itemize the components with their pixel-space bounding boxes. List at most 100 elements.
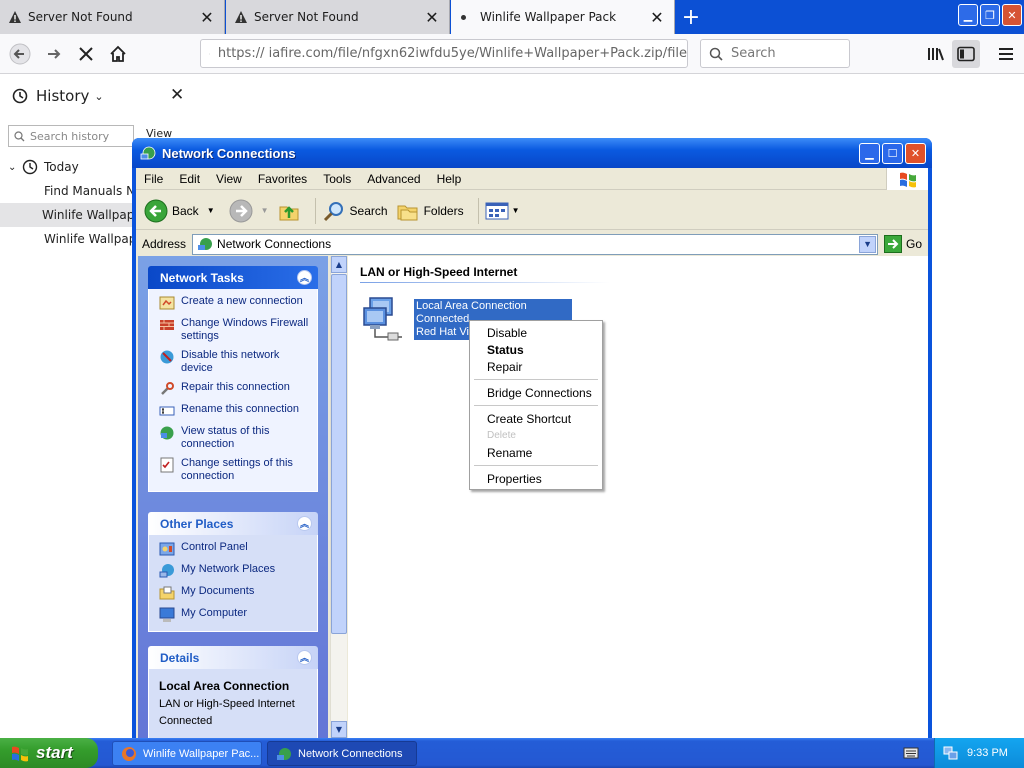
history-item[interactable]: Winlife Wallpaper bbox=[0, 227, 140, 251]
scroll-up-arrow[interactable]: ▲ bbox=[331, 256, 347, 273]
menu-item-repair[interactable]: Repair bbox=[472, 358, 600, 375]
place-control-panel[interactable]: Control Panel bbox=[159, 541, 309, 557]
menu-help[interactable]: Help bbox=[429, 172, 470, 186]
tab-server-not-found-1[interactable]: Server Not Found ✕ bbox=[0, 0, 225, 34]
minimize-button[interactable]: ▁ bbox=[859, 143, 880, 164]
back-button[interactable]: Back ▼ bbox=[144, 199, 215, 223]
window-title-bar[interactable]: Network Connections ▁ ☐ ✕ bbox=[132, 138, 932, 168]
menu-file[interactable]: File bbox=[136, 172, 171, 186]
documents-folder-icon bbox=[159, 586, 175, 600]
sidebar-toggle-button[interactable] bbox=[952, 40, 980, 68]
forward-button[interactable]: ▼ bbox=[229, 199, 269, 223]
menu-item-rename[interactable]: Rename bbox=[472, 444, 600, 461]
network-tasks-panel: Network Tasks ︽ Create a new connection … bbox=[148, 266, 318, 492]
back-button[interactable] bbox=[6, 40, 34, 68]
collapse-chevron-icon[interactable]: ︽ bbox=[297, 270, 312, 285]
network-tray-icon[interactable] bbox=[943, 745, 959, 761]
task-disable-device[interactable]: Disable this network device bbox=[159, 349, 309, 375]
menu-edit[interactable]: Edit bbox=[171, 172, 208, 186]
tab-close-icon[interactable]: ✕ bbox=[423, 8, 441, 27]
place-my-documents[interactable]: My Documents bbox=[159, 585, 309, 601]
close-button[interactable]: ✕ bbox=[905, 143, 926, 164]
task-pane: Network Tasks ︽ Create a new connection … bbox=[138, 256, 328, 738]
menu-item-properties[interactable]: Properties bbox=[472, 470, 600, 487]
menu-separator bbox=[474, 379, 598, 380]
menu-item-disable[interactable]: Disable bbox=[472, 324, 600, 341]
home-button[interactable] bbox=[104, 40, 132, 68]
stop-button[interactable] bbox=[72, 40, 100, 68]
menu-advanced[interactable]: Advanced bbox=[359, 172, 428, 186]
start-button[interactable]: start bbox=[0, 738, 98, 768]
menu-item-create-shortcut[interactable]: Create Shortcut bbox=[472, 410, 600, 427]
panel-title: Details bbox=[160, 650, 200, 665]
task-firewall-settings[interactable]: Change Windows Firewall settings bbox=[159, 317, 309, 343]
panel-title: Other Places bbox=[160, 516, 234, 531]
library-button[interactable] bbox=[922, 40, 950, 68]
address-input[interactable]: Network Connections ▼ bbox=[192, 233, 879, 255]
up-folder-button[interactable] bbox=[277, 199, 301, 223]
task-view-status[interactable]: View status of this connection bbox=[159, 425, 309, 451]
go-button[interactable]: Go bbox=[884, 235, 922, 253]
history-search-input[interactable]: Search history bbox=[8, 125, 134, 147]
collapse-chevron-icon[interactable]: ︽ bbox=[297, 516, 312, 531]
history-item[interactable]: Find Manuals No bbox=[0, 179, 140, 203]
task-repair-connection[interactable]: Repair this connection bbox=[159, 381, 309, 397]
views-button[interactable]: ▼ bbox=[485, 201, 520, 221]
place-label: Control Panel bbox=[181, 541, 248, 553]
new-connection-icon bbox=[159, 296, 175, 310]
new-tab-button[interactable]: + bbox=[676, 0, 706, 34]
menu-view[interactable]: View bbox=[208, 172, 250, 186]
restore-button[interactable]: ❐ bbox=[980, 4, 1000, 26]
task-create-connection[interactable]: Create a new connection bbox=[159, 295, 309, 311]
url-bar[interactable]: https:// iafire.com/file/nfgxn62iwfdu5ye… bbox=[200, 39, 688, 68]
taskbar-button-network-connections[interactable]: Network Connections bbox=[267, 741, 417, 766]
tree-item-today[interactable]: ⌄ Today bbox=[0, 155, 140, 179]
menu-favorites[interactable]: Favorites bbox=[250, 172, 315, 186]
forward-button[interactable] bbox=[40, 40, 68, 68]
place-my-network-places[interactable]: My Network Places bbox=[159, 563, 309, 579]
address-dropdown-button[interactable]: ▼ bbox=[859, 235, 877, 253]
task-rename-connection[interactable]: Rename this connection bbox=[159, 403, 309, 419]
history-item[interactable]: Winlife Wallpaper bbox=[0, 203, 140, 227]
address-label: Address bbox=[142, 237, 187, 251]
place-my-computer[interactable]: My Computer bbox=[159, 607, 309, 623]
sidebar-close-button[interactable]: ✕ bbox=[170, 85, 184, 105]
back-label: Back bbox=[172, 203, 199, 218]
menu-item-bridge-connections[interactable]: Bridge Connections bbox=[472, 384, 600, 401]
folders-icon bbox=[397, 205, 418, 220]
menu-item-status[interactable]: Status bbox=[472, 341, 600, 358]
task-label: Create a new connection bbox=[181, 295, 303, 307]
maximize-button[interactable]: ☐ bbox=[882, 143, 903, 164]
menu-tools[interactable]: Tools bbox=[315, 172, 359, 186]
scroll-down-arrow[interactable]: ▼ bbox=[331, 721, 347, 738]
local-area-connection-icon[interactable] bbox=[362, 296, 410, 342]
tab-server-not-found-2[interactable]: Server Not Found ✕ bbox=[226, 0, 450, 34]
minimize-button[interactable]: ▁ bbox=[958, 4, 978, 26]
web-search-input[interactable]: Search bbox=[700, 39, 850, 68]
folders-button[interactable]: Folders bbox=[396, 199, 464, 223]
search-label: Search bbox=[349, 203, 388, 218]
details-header[interactable]: Details ︽ bbox=[148, 646, 318, 669]
toolbar-separator bbox=[314, 197, 316, 224]
other-places-header[interactable]: Other Places ︽ bbox=[148, 512, 318, 535]
search-button[interactable]: Search bbox=[322, 199, 388, 223]
go-arrow-icon bbox=[884, 235, 903, 253]
folder-up-icon bbox=[279, 205, 299, 220]
keyboard-icon[interactable] bbox=[903, 746, 919, 760]
scroll-thumb[interactable] bbox=[331, 274, 347, 634]
close-window-button[interactable]: ✕ bbox=[1002, 4, 1022, 26]
dropdown-arrow-icon[interactable]: ▼ bbox=[199, 206, 215, 215]
network-tasks-list: Create a new connection Change Windows F… bbox=[148, 289, 318, 492]
tab-close-icon[interactable]: ✕ bbox=[198, 8, 216, 27]
details-status: Connected bbox=[159, 715, 213, 727]
menu-button[interactable] bbox=[992, 40, 1020, 68]
taskbar-button-firefox[interactable]: Winlife Wallpaper Pac... bbox=[112, 741, 262, 766]
task-pane-scrollbar[interactable]: ▲ ▼ bbox=[330, 256, 347, 738]
tab-close-icon[interactable]: ✕ bbox=[648, 8, 666, 27]
firewall-icon bbox=[160, 320, 174, 330]
network-tasks-header[interactable]: Network Tasks ︽ bbox=[148, 266, 318, 289]
tab-winlife-wallpaper-pack[interactable]: Winlife Wallpaper Pack ✕ bbox=[451, 0, 675, 34]
task-change-settings[interactable]: Change settings of this connection bbox=[159, 457, 309, 483]
history-header[interactable]: History ⌄ bbox=[12, 87, 104, 105]
collapse-chevron-icon[interactable]: ︽ bbox=[297, 650, 312, 665]
